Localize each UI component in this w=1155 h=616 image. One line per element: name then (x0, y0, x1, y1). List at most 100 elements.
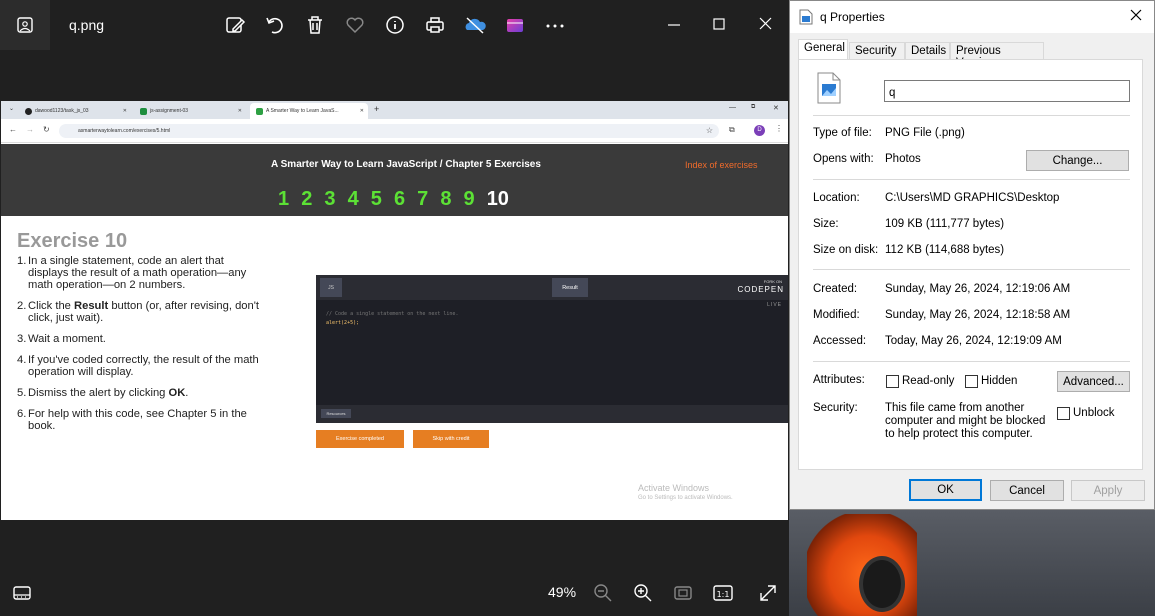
advanced-button[interactable]: Advanced... (1057, 371, 1130, 392)
url-field: asmarterwaytolearn.com/exercises/5.html … (59, 124, 719, 138)
tab-general[interactable]: General (798, 39, 848, 60)
hidden-label: Hidden (981, 375, 1018, 387)
resources-button: Resources (321, 409, 351, 418)
rotate-icon[interactable] (263, 13, 287, 37)
close-icon[interactable] (753, 13, 777, 37)
size-on-disk-value: 112 KB (114,688 bytes) (885, 244, 1005, 256)
live-badge: LIVE (767, 302, 782, 308)
code-comment: // Code a single statement on the next l… (326, 311, 459, 317)
browser-close-icon: ✕ (773, 105, 779, 112)
zoom-in-icon[interactable] (632, 582, 654, 604)
extensions-icon: ⧉ (729, 125, 735, 134)
actual-size-icon[interactable]: 1:1 (712, 582, 734, 604)
security-warning-text: This file came from another computer and… (885, 402, 1046, 440)
site-favicon-icon (256, 107, 263, 115)
location-label: Location: (813, 192, 860, 204)
type-of-file-value: PNG File (.png) (885, 127, 965, 139)
onedrive-icon[interactable] (463, 13, 487, 37)
js-tab: JS (320, 278, 342, 297)
dialog-title: q Properties (820, 10, 885, 24)
desktop-wallpaper (789, 508, 1155, 616)
activate-title: Activate Windows (638, 483, 710, 493)
unblock-checkbox[interactable] (1057, 407, 1070, 420)
exercise-step: 4. If you've coded correctly, the result … (17, 354, 267, 378)
orange-car-graphic (807, 514, 917, 616)
edit-image-icon[interactable] (223, 13, 247, 37)
exercise-number-link: 8 (440, 188, 452, 210)
codepen-logo: CODEPEN (737, 285, 784, 294)
exercise-step: 1. In a single statement, code an alert t… (17, 255, 267, 291)
displayed-image: ⌄ dawood1123/task_js_03 ✕ js-assignment-… (1, 101, 788, 520)
activate-windows-watermark: Activate Windows Go to Settings to activ… (638, 483, 733, 501)
tab-1-label: dawood1123/task_js_03 (35, 108, 89, 114)
exercise-number-link: 2 (301, 188, 313, 210)
unblock-label: Unblock (1073, 407, 1115, 419)
info-icon[interactable] (383, 13, 407, 37)
tab-security[interactable]: Security (849, 42, 905, 59)
favorite-icon[interactable] (343, 13, 367, 37)
change-button[interactable]: Change... (1026, 150, 1129, 171)
clipchamp-icon[interactable] (503, 13, 527, 37)
step-number: 2. (17, 300, 27, 312)
photos-app-icon[interactable] (0, 0, 50, 50)
hidden-checkbox[interactable] (965, 375, 978, 388)
browser-tab-strip: ⌄ dawood1123/task_js_03 ✕ js-assignment-… (1, 101, 788, 119)
security-label: Security: (813, 402, 858, 414)
file-name-field[interactable] (884, 80, 1130, 102)
exercise-step: 2. Click the Result button (or, after rev… (17, 300, 267, 324)
activate-subtitle: Go to Settings to activate Windows. (638, 495, 733, 501)
accessed-value: Today, May 26, 2024, 12:19:09 AM (885, 335, 1062, 347)
browser-restore-icon: ⧉ (751, 104, 756, 110)
site-header: A Smarter Way to Learn JavaScript / Chap… (1, 144, 788, 216)
profile-avatar: D (754, 125, 765, 136)
step-number: 4. (17, 354, 27, 366)
step-number: 5. (17, 387, 27, 399)
bookmark-star-icon: ☆ (705, 126, 713, 135)
more-icon[interactable] (543, 13, 567, 37)
apply-button[interactable]: Apply (1071, 480, 1145, 501)
type-of-file-label: Type of file: (813, 127, 872, 139)
tab-previous-versions[interactable]: Previous Versions (950, 42, 1044, 69)
tab-details[interactable]: Details (905, 42, 950, 59)
viewer-file-title: q.png (69, 17, 105, 33)
sheet-favicon-icon (140, 107, 147, 115)
step-text: For help with this code, see Chapter 5 i… (28, 408, 247, 432)
step-bold-text: OK (168, 387, 186, 399)
created-value: Sunday, May 26, 2024, 12:19:06 AM (885, 283, 1071, 295)
zoom-out-icon[interactable] (592, 582, 614, 604)
separator (813, 269, 1130, 270)
viewer-title-bar: q.png (0, 0, 789, 50)
exercise-number-link: 6 (393, 188, 406, 210)
exercise-steps: 1. In a single statement, code an alert t… (17, 255, 267, 441)
tab-close-icon: ✕ (237, 108, 242, 114)
tab-3-label: A Smarter Way to Learn JavaS... (266, 108, 339, 114)
read-only-checkbox[interactable] (886, 375, 899, 388)
codepen-toolbar: JS Result FORK ON CODEPEN (316, 275, 788, 300)
maximize-icon[interactable] (707, 13, 731, 37)
actual-size-label: 1:1 (717, 590, 730, 599)
delete-icon[interactable] (303, 13, 327, 37)
step-text: If you've coded correctly, the result of… (28, 354, 259, 378)
ok-button[interactable]: OK (909, 479, 982, 501)
minimize-icon[interactable] (662, 13, 686, 37)
fit-to-window-icon[interactable] (672, 582, 694, 604)
fullscreen-icon[interactable] (757, 582, 779, 604)
step-bold-text: Result (74, 300, 109, 312)
web-page: A Smarter Way to Learn JavaScript / Chap… (1, 144, 788, 520)
step-number: 6. (17, 408, 27, 420)
tab-2-label: js-assignment-03 (150, 108, 189, 114)
code-editor: // Code a single statement on the next l… (326, 310, 458, 328)
print-icon[interactable] (423, 13, 447, 37)
step-text: Wait a moment. (28, 333, 106, 345)
index-of-exercises-link: Index of exercises (685, 160, 758, 170)
dialog-close-icon[interactable] (1128, 7, 1144, 28)
exercise-number-link: 1 (278, 188, 290, 210)
code-line: alert(2+5); (326, 320, 360, 326)
url-text: asmarterwaytolearn.com/exercises/5.html (78, 128, 171, 134)
separator (813, 115, 1130, 116)
filmstrip-icon[interactable] (11, 582, 33, 604)
tab-close-icon: ✕ (359, 108, 364, 114)
cancel-button[interactable]: Cancel (990, 480, 1064, 501)
accessed-label: Accessed: (813, 335, 867, 347)
exercise-number-link: 5 (370, 188, 382, 210)
